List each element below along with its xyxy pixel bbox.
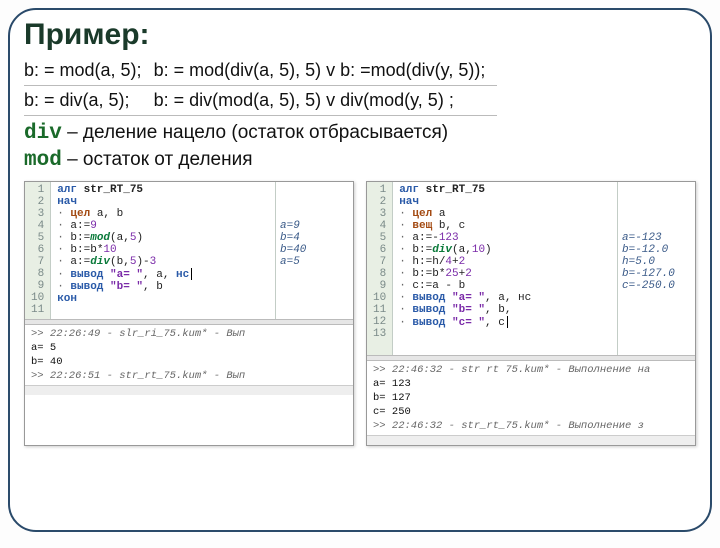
out-val: a=9 [280, 220, 349, 232]
out-val: b=4 [280, 232, 349, 244]
out-val: b=-127.0 [622, 268, 691, 280]
line-num: 5 [373, 232, 386, 244]
kw-output: вывод [70, 281, 110, 293]
expr-cell: b: = div(mod(a, 5), 5) v div(mod(y, 5) ; [154, 86, 498, 116]
out-val [280, 304, 349, 316]
slide-frame: Пример: b: = mod(a, 5); b: = mod(div(a, … [8, 8, 712, 532]
expr-cell: b: = mod(div(a, 5), 5) v b: =mod(div(y, … [154, 56, 498, 86]
console-line: >> 22:46:32 - str_rt_75.kum* - Выполнени… [373, 419, 689, 433]
editor-right: 1 2 3 4 5 6 7 8 9 10 11 12 13 алг str_RT [366, 181, 696, 447]
kw-alg: алг [57, 184, 83, 196]
line-gutter: 1 2 3 4 5 6 7 8 9 10 11 12 13 [367, 182, 393, 355]
out-val [280, 268, 349, 280]
line-num: 4 [31, 220, 44, 232]
console-output: >> 22:26:49 - slr_ri_75.kum* - Вып a= 5 … [25, 325, 353, 386]
prog-name: str_RT_75 [84, 184, 143, 196]
line-num: 6 [373, 244, 386, 256]
line-num [373, 340, 386, 352]
console-output: >> 22:46:32 - str rt 75.kum* - Выполнени… [367, 361, 695, 436]
code-area: алг str_RT_75 нач · цел a · вещ b, c · a… [393, 182, 617, 355]
out-val [280, 280, 349, 292]
line-num: 7 [31, 256, 44, 268]
line-num: 9 [373, 280, 386, 292]
line-num: 11 [373, 304, 386, 316]
line-num: 3 [31, 208, 44, 220]
console-line: >> 22:46:32 - str rt 75.kum* - Выполнени… [373, 363, 689, 377]
fn-div: div [90, 256, 110, 268]
line-num: 10 [31, 292, 44, 304]
def-text: – остаток от деления [62, 149, 253, 170]
code-area: алг str_RT_75 нач · цел a, b · a:=9 · b:… [51, 182, 275, 319]
line-num: 8 [373, 268, 386, 280]
definitions: div – деление нацело (остаток отбрасывае… [24, 120, 696, 175]
out-val: b=40 [280, 244, 349, 256]
text-cursor [507, 316, 508, 328]
keyword-div: div [24, 122, 62, 145]
console-line: >> 22:26:49 - slr_ri_75.kum* - Вып [31, 327, 347, 341]
out-val [280, 208, 349, 220]
type-int: цел [70, 208, 96, 220]
kw-end: кон [57, 293, 77, 305]
expression-table: b: = mod(a, 5); b: = mod(div(a, 5), 5) v… [24, 56, 497, 116]
scrollbar-stub [25, 385, 353, 395]
line-num: 8 [31, 268, 44, 280]
line-num: 6 [31, 244, 44, 256]
text-cursor [191, 268, 192, 280]
line-num: 11 [31, 304, 44, 316]
line-num: 2 [373, 196, 386, 208]
out-val: a=-123 [622, 232, 691, 244]
values-column: a=-123 b=-12.0 h=5.0 b=-127.0 c=-250.0 [617, 182, 695, 355]
screenshots-row: 1 2 3 4 5 6 7 8 9 10 11 алг str_RT_75 на… [24, 181, 696, 447]
line-num: 10 [373, 292, 386, 304]
line-num: 2 [31, 196, 44, 208]
line-num: 3 [373, 208, 386, 220]
out-val: h=5.0 [622, 256, 691, 268]
keyword-mod: mod [24, 149, 62, 172]
editor-left: 1 2 3 4 5 6 7 8 9 10 11 алг str_RT_75 на… [24, 181, 354, 447]
out-val: b=-12.0 [622, 244, 691, 256]
out-val [280, 292, 349, 304]
def-text: – деление нацело (остаток отбрасывается) [62, 122, 448, 143]
expr-cell: b: = div(a, 5); [24, 86, 154, 116]
out-val: a=5 [280, 256, 349, 268]
line-num: 9 [31, 280, 44, 292]
line-num: 5 [31, 232, 44, 244]
line-num: 1 [373, 184, 386, 196]
line-num: 12 [373, 316, 386, 328]
indent-dot: · [57, 208, 70, 220]
kw-begin: нач [57, 196, 77, 208]
line-num: 13 [373, 328, 386, 340]
line-num: 1 [31, 184, 44, 196]
console-line: >> 22:26:51 - str_rt_75.kum* - Вып [31, 369, 347, 383]
out-val [280, 184, 349, 196]
page-title: Пример: [24, 18, 696, 52]
line-num: 7 [373, 256, 386, 268]
line-num: 4 [373, 220, 386, 232]
out-val: c=-250.0 [622, 280, 691, 292]
fn-mod: mod [90, 232, 110, 244]
vars: a, b [97, 208, 123, 220]
out-val [280, 196, 349, 208]
scrollbar-stub [367, 435, 695, 445]
values-column: a=9 b=4 b=40 a=5 [275, 182, 353, 319]
expr-cell: b: = mod(a, 5); [24, 56, 154, 86]
line-gutter: 1 2 3 4 5 6 7 8 9 10 11 [25, 182, 51, 319]
kw-output: вывод [70, 269, 110, 281]
